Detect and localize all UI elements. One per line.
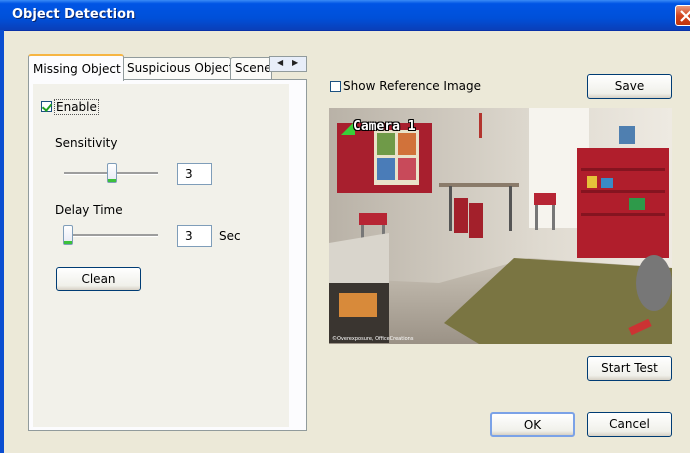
title-bar: Object Detection <box>0 0 690 31</box>
tab-missing-object-label: Missing Object <box>33 62 121 76</box>
close-button[interactable] <box>675 5 690 26</box>
camera-preview: Camera 1 ©Overexposure, OfficeCreations <box>329 108 672 344</box>
tab-scroll-buttons: ◀ ▶ <box>269 56 307 72</box>
tab-missing-object[interactable]: Missing Object <box>28 54 124 81</box>
enable-checkbox[interactable] <box>41 101 52 112</box>
delay-slider-track <box>64 234 158 237</box>
start-test-button[interactable]: Start Test <box>587 356 672 381</box>
tab-suspicious-object[interactable]: Suspicious Object <box>122 57 231 79</box>
sensitivity-label: Sensitivity <box>55 136 118 150</box>
camera-credit: ©Overexposure, OfficeCreations <box>332 336 414 342</box>
object-detection-dialog: Object Detection Missing Object Suspicio… <box>0 0 690 453</box>
close-icon <box>680 10 690 22</box>
delay-unit-label: Sec <box>219 229 241 243</box>
ok-button[interactable]: OK <box>490 412 575 437</box>
delay-time-label: Delay Time <box>55 203 123 217</box>
sensitivity-value[interactable]: 3 <box>177 163 212 185</box>
tab-scroll-right-icon[interactable]: ▶ <box>292 58 298 67</box>
cancel-button[interactable]: Cancel <box>587 412 672 437</box>
sensitivity-slider-thumb[interactable] <box>107 163 117 183</box>
tab-scroll-left-icon[interactable]: ◀ <box>277 58 283 67</box>
delay-slider-thumb[interactable] <box>63 225 73 245</box>
tab-suspicious-object-label: Suspicious Object <box>127 61 231 75</box>
window-title: Object Detection <box>12 7 136 22</box>
save-button[interactable]: Save <box>587 74 672 99</box>
clean-button[interactable]: Clean <box>56 267 141 291</box>
enable-label: Enable <box>54 99 99 115</box>
show-reference-label: Show Reference Image <box>343 79 482 93</box>
camera-label: Camera 1 <box>353 119 416 134</box>
delay-value[interactable]: 3 <box>177 225 212 247</box>
camera-scene-image <box>329 108 672 344</box>
window-left-border <box>0 30 4 453</box>
tab-scene-label: Scene <box>235 61 272 75</box>
show-reference-checkbox[interactable] <box>330 81 341 92</box>
tab-scene[interactable]: Scene <box>230 57 272 79</box>
